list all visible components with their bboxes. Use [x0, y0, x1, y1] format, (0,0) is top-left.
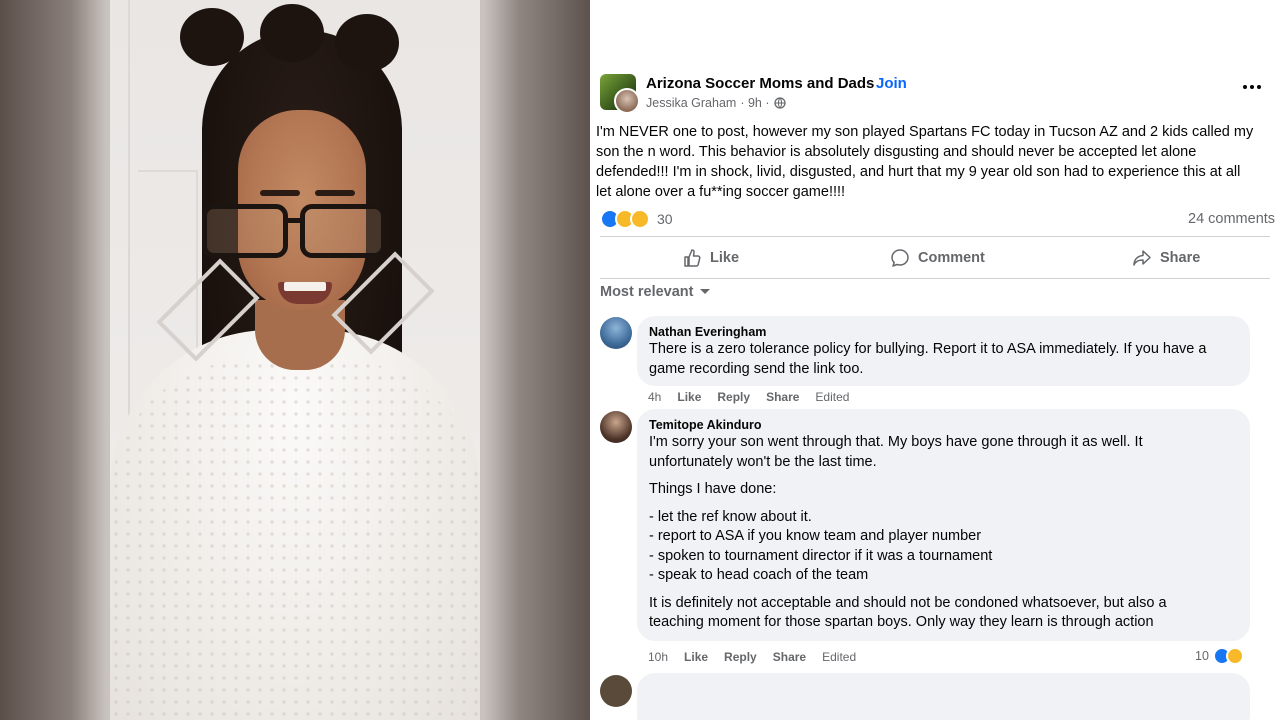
comment-text: I'm sorry your son went through that. My… [649, 434, 1143, 470]
sort-dropdown[interactable]: Most relevant [600, 284, 711, 300]
separator: · [866, 75, 871, 92]
commenter-avatar[interactable] [600, 675, 632, 707]
comment-like-button[interactable]: Like [684, 650, 708, 664]
share-label: Share [1160, 250, 1201, 266]
care-icon [1225, 647, 1244, 665]
hair-bun [180, 8, 244, 66]
sort-label: Most relevant [600, 284, 694, 300]
divider [600, 236, 1270, 237]
comment-label: Comment [918, 250, 985, 266]
comment-reply-button[interactable]: Reply [724, 650, 757, 664]
commenter-avatar[interactable] [600, 317, 632, 349]
glasses-lens [300, 204, 386, 258]
comment-text: - let the ref know about it. - report to… [649, 508, 993, 584]
comment-bubble [637, 673, 1250, 720]
author-avatar[interactable] [614, 88, 640, 114]
thumbs-up-icon [684, 249, 701, 267]
comment-icon [891, 249, 909, 267]
join-link[interactable]: Join [876, 75, 907, 92]
comment-text: Things I have done: [649, 481, 777, 497]
chevron-down-icon [700, 289, 711, 294]
comment-reactions[interactable]: 10 [1195, 647, 1244, 665]
comment-reply-button[interactable]: Reply [717, 390, 750, 404]
hair-bun [335, 14, 399, 72]
facebook-post: Arizona Soccer Moms and Dads · Join Jess… [590, 0, 1280, 720]
like-label: Like [710, 250, 740, 266]
teeth [284, 282, 326, 291]
neck [255, 300, 345, 370]
profile-photo [110, 0, 480, 720]
commenter-name[interactable]: Nathan Everingham [649, 324, 1238, 340]
author-line: Jessika Graham · 9h · [646, 96, 786, 110]
edited-label: Edited [822, 650, 857, 664]
comment-actions: 4h Like Reply Share Edited [648, 390, 849, 404]
comment-share-button[interactable]: Share [766, 390, 799, 404]
commenter-name[interactable]: Temitope Akinduro [649, 417, 1238, 433]
comment-button[interactable]: Comment [890, 244, 985, 272]
comment-count[interactable]: 24 comments [1188, 211, 1275, 227]
globe-icon [773, 97, 786, 109]
more-options-icon[interactable] [1240, 80, 1264, 94]
glasses [194, 200, 396, 262]
post-text: I'm NEVER one to post, however my son pl… [596, 124, 1254, 200]
hair-bun [260, 4, 324, 62]
comment-text: There is a zero tolerance policy for bul… [649, 341, 1207, 377]
eyebrow [315, 190, 355, 196]
comment-actions: 10h Like Reply Share Edited [648, 650, 856, 664]
comment-bubble: Temitope Akinduro I'm sorry your son wen… [637, 409, 1250, 641]
group-name[interactable]: Arizona Soccer Moms and Dads [646, 75, 874, 92]
edited-label: Edited [815, 390, 850, 404]
sweater-knit [110, 360, 480, 720]
comment-reaction-count: 10 [1195, 649, 1209, 663]
share-button[interactable]: Share [1132, 244, 1200, 272]
comment-text: It is definitely not acceptable and shou… [649, 594, 1167, 631]
photo-panel [0, 0, 590, 720]
comment-time[interactable]: 4h [648, 390, 661, 404]
comment-bubble: Nathan Everingham There is a zero tolera… [637, 316, 1250, 386]
like-button[interactable]: Like [682, 244, 739, 272]
sad-icon [630, 209, 650, 229]
comment-like-button[interactable]: Like [677, 390, 701, 404]
author-name[interactable]: Jessika Graham [646, 96, 736, 110]
share-icon [1133, 250, 1151, 266]
post-time[interactable]: · 9h · [740, 96, 769, 110]
reaction-count: 30 [657, 211, 673, 227]
eyebrow [260, 190, 300, 196]
glasses-lens [202, 204, 288, 258]
divider [600, 278, 1270, 279]
commenter-avatar[interactable] [600, 411, 632, 443]
comment-time[interactable]: 10h [648, 650, 668, 664]
comment-share-button[interactable]: Share [773, 650, 806, 664]
reactions-summary[interactable]: 30 [600, 209, 673, 229]
